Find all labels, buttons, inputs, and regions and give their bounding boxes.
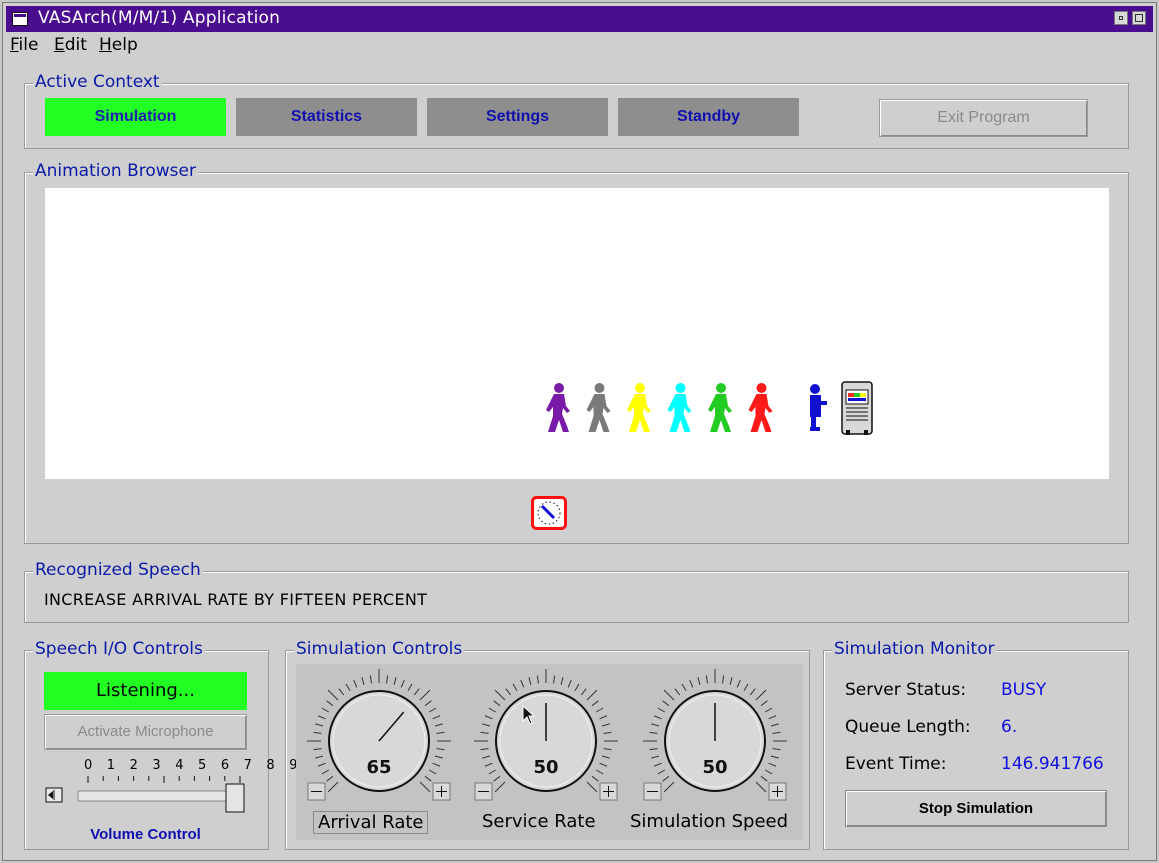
queue-customer-figure — [708, 383, 732, 432]
event-time-value: 146.941766 — [1001, 754, 1104, 774]
recognized-speech-text: INCREASE ARRIVAL RATE BY FIFTEEN PERCENT — [44, 590, 428, 609]
activate-microphone-button[interactable]: Activate Microphone — [44, 714, 247, 750]
standby-button[interactable]: Standby — [618, 98, 799, 136]
server-status-value: BUSY — [1001, 680, 1047, 700]
event-time-label: Event Time: — [845, 754, 947, 774]
volume-control-label: Volume Control — [90, 826, 201, 843]
simulation-controls-label: Simulation Controls — [294, 639, 465, 659]
dial-service-rate[interactable]: 50 — [474, 669, 618, 801]
dial-value: 50 — [533, 757, 558, 778]
dial-minus-button[interactable] — [474, 782, 493, 801]
queue-customer-figure — [627, 383, 651, 432]
arrival-rate-label: Arrival Rate — [313, 811, 429, 834]
minimize-icon[interactable] — [1114, 11, 1128, 25]
menu-bar: File Edit Help — [6, 32, 1153, 56]
dial-minus-button[interactable] — [643, 782, 662, 801]
active-context-label: Active Context — [33, 72, 162, 92]
dial-minus-button[interactable] — [307, 782, 326, 801]
animation-browser-label: Animation Browser — [33, 161, 198, 181]
queue-customer-figure — [667, 383, 692, 432]
server-customer-figure — [810, 384, 827, 431]
simulation-speed-label: Simulation Speed — [630, 811, 789, 832]
menu-file[interactable]: File — [10, 35, 38, 55]
clock-icon — [531, 496, 567, 530]
menu-help[interactable]: Help — [99, 35, 138, 55]
mouse-cursor-icon — [522, 705, 536, 725]
recognized-speech-label: Recognized Speech — [33, 560, 203, 580]
dial-plus-button[interactable] — [599, 782, 618, 801]
queue-customer-figure — [586, 383, 611, 432]
volume-slider[interactable] — [44, 774, 249, 820]
server-machine-icon — [841, 381, 873, 435]
queue-customer-figure — [546, 383, 570, 432]
settings-button[interactable]: Settings — [427, 98, 608, 136]
title-bar[interactable]: VASArch(M/M/1) Application — [6, 6, 1153, 32]
queue-customer-figure — [748, 383, 773, 432]
service-rate-label: Service Rate — [482, 811, 596, 832]
simulation-monitor-label: Simulation Monitor — [832, 639, 997, 659]
dial-plus-button[interactable] — [768, 782, 787, 801]
listening-status: Listening... — [44, 672, 247, 710]
dial-value: 65 — [366, 757, 391, 778]
animation-canvas — [45, 188, 1109, 479]
volume-slider-thumb[interactable] — [225, 783, 245, 813]
queue-length-label: Queue Length: — [845, 717, 971, 737]
server-status-label: Server Status: — [845, 680, 967, 700]
stop-simulation-button[interactable]: Stop Simulation — [845, 790, 1107, 827]
maximize-icon[interactable] — [1132, 11, 1146, 25]
dial-arrival-rate[interactable]: 65 — [307, 669, 451, 801]
queue-length-value: 6. — [1001, 717, 1018, 737]
dial-plus-button[interactable] — [432, 782, 451, 801]
queue-animation — [546, 381, 873, 435]
menu-edit[interactable]: Edit — [54, 35, 87, 55]
exit-program-button[interactable]: Exit Program — [879, 99, 1088, 137]
statistics-button[interactable]: Statistics — [236, 98, 417, 136]
dial-simulation-speed[interactable]: 50 — [643, 669, 787, 801]
speech-io-label: Speech I/O Controls — [33, 639, 205, 659]
simulation-button[interactable]: Simulation — [45, 98, 226, 136]
system-menu-icon[interactable] — [12, 12, 28, 26]
dial-value: 50 — [702, 757, 727, 778]
window-title: VASArch(M/M/1) Application — [38, 8, 281, 28]
